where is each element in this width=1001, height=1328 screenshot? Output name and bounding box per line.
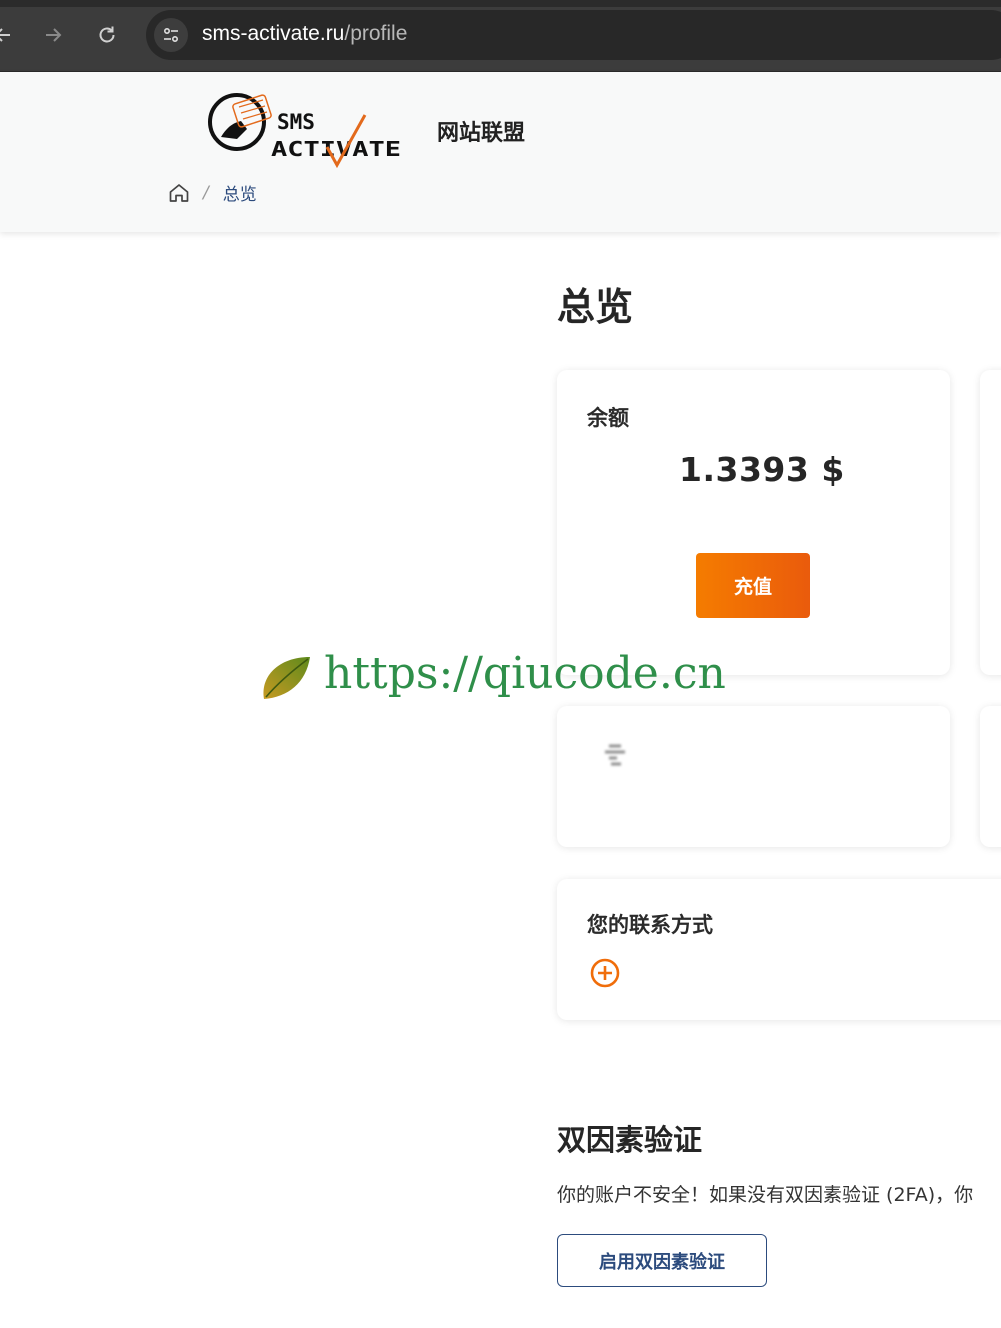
balance-value: 1.3393 $ xyxy=(679,450,845,489)
reload-button[interactable] xyxy=(90,18,124,52)
back-button[interactable] xyxy=(0,18,20,52)
back-arrow-icon xyxy=(0,28,10,42)
logo-mark: SMS ACTIVATE xyxy=(208,93,401,169)
contact-card: 您的联系方式 xyxy=(557,879,1001,1020)
site-settings-icon xyxy=(163,27,179,43)
site-settings-button[interactable] xyxy=(154,18,188,52)
sms-activate-logo[interactable]: SMS ACTIVATE xyxy=(207,87,407,169)
url-text[interactable]: sms-activate.ru/profile xyxy=(202,22,407,46)
watermark-text: https://qiucode.cn xyxy=(324,647,726,699)
blurred-icon xyxy=(605,744,625,766)
browser-toolbar: sms-activate.ru/profile xyxy=(0,0,1001,72)
reload-icon xyxy=(99,26,115,43)
side-card-bottom xyxy=(980,706,1001,847)
forward-arrow-icon xyxy=(46,28,62,42)
two-factor-title: 双因素验证 xyxy=(557,1123,703,1157)
breadcrumb-separator: / xyxy=(203,182,209,203)
enable-2fa-button[interactable]: 启用双因素验证 xyxy=(557,1234,767,1287)
url-host: sms-activate.ru xyxy=(202,22,345,45)
topup-button[interactable]: 充值 xyxy=(696,553,810,618)
plus-circle-icon[interactable] xyxy=(589,957,621,989)
two-factor-description: 你的账户不安全！如果没有双因素验证 (2FA)，你 xyxy=(557,1184,974,1206)
address-bar[interactable]: sms-activate.ru/profile xyxy=(146,10,1001,60)
page-title: 总览 xyxy=(557,285,634,329)
balance-label: 余额 xyxy=(587,406,629,430)
side-card-top xyxy=(980,370,1001,675)
forward-button[interactable] xyxy=(36,18,70,52)
home-icon[interactable] xyxy=(167,181,191,205)
url-path: /profile xyxy=(344,22,408,45)
partner-program-title[interactable]: 网站联盟 xyxy=(437,115,525,147)
balance-card: 余额 1.3393 $ 充值 xyxy=(557,370,950,675)
tab-strip-edge xyxy=(0,0,1001,7)
site-header: SMS ACTIVATE 网站联盟 / 总览 xyxy=(0,72,1001,232)
breadcrumb: / 总览 xyxy=(167,180,257,205)
contact-title: 您的联系方式 xyxy=(587,913,713,937)
logo-text-top: SMS xyxy=(277,110,315,134)
leaf-icon xyxy=(263,657,310,699)
logo-text-bottom: ACTIVATE xyxy=(271,137,401,161)
breadcrumb-current[interactable]: 总览 xyxy=(223,180,257,205)
watermark: https://qiucode.cn xyxy=(258,643,726,703)
blurred-card xyxy=(557,706,950,847)
